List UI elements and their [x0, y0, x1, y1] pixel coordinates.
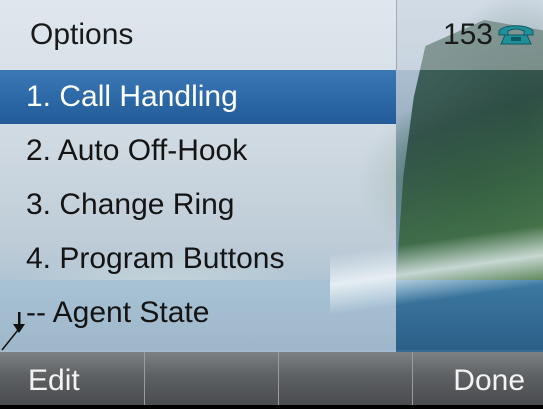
menu-item-change-ring[interactable]: 3. Change Ring	[0, 178, 396, 232]
extension-number: 153	[442, 18, 493, 51]
softkey-2[interactable]	[145, 352, 279, 405]
menu-item-auto-off-hook[interactable]: 2. Auto Off-Hook	[0, 124, 396, 178]
done-softkey[interactable]: Done	[413, 352, 543, 405]
phone-handset-icon	[498, 25, 534, 45]
page-title: Options	[30, 18, 134, 51]
scroll-pointer-line	[1, 329, 19, 351]
edit-softkey[interactable]: Edit	[0, 352, 145, 405]
menu-item-agent-state[interactable]: -- Agent State	[0, 286, 396, 340]
softkey-bar: Edit Done	[0, 352, 543, 405]
options-menu: 1. Call Handling 2. Auto Off-Hook 3. Cha…	[0, 70, 396, 340]
softkey-3[interactable]	[279, 352, 413, 405]
menu-item-call-handling[interactable]: 1. Call Handling	[0, 70, 396, 124]
menu-item-program-buttons[interactable]: 4. Program Buttons	[0, 232, 396, 286]
